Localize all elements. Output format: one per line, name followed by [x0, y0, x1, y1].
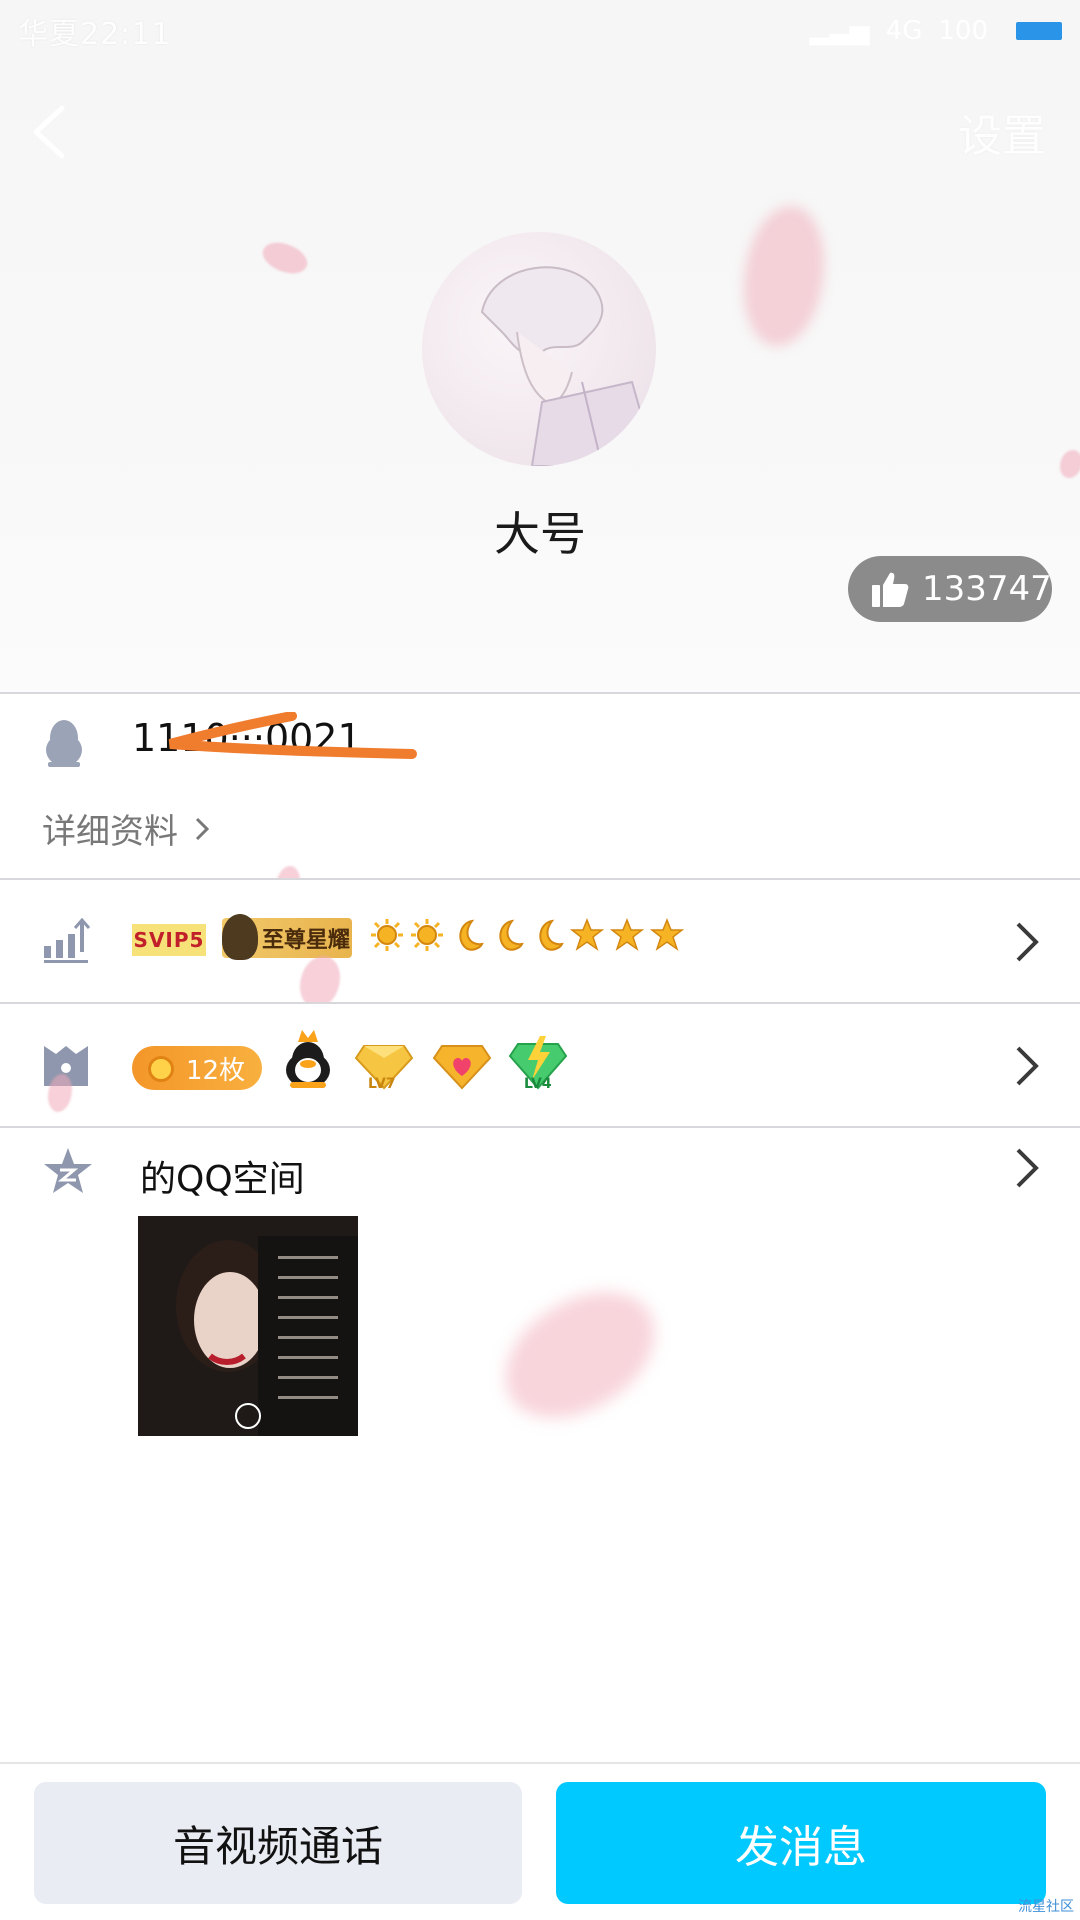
qzone-row[interactable]: 的QQ空间 [0, 1128, 1080, 1208]
bottom-action-bar: 音视频通话 发消息 流星社区 [0, 1762, 1080, 1920]
level-icons [370, 918, 684, 952]
petal-decoration [1060, 450, 1080, 478]
av-call-button[interactable]: 音视频通话 [34, 1782, 522, 1904]
detail-link[interactable]: 详细资料 [42, 804, 212, 853]
detail-label: 详细资料 [42, 812, 178, 852]
crown-icon [222, 914, 258, 960]
nav-bar: 设置 [0, 92, 1080, 172]
status-time: 华夏22:11 [18, 17, 172, 52]
back-button[interactable] [26, 100, 72, 164]
gold-level-label: LV7 [368, 1076, 396, 1092]
green-level-label: LV4 [524, 1076, 552, 1092]
like-count: 133747 [922, 569, 1052, 609]
coin-icon [148, 1056, 174, 1082]
settings-button[interactable]: 设置 [958, 100, 1046, 164]
profile-page: 华夏22:11 ▂▃▅ 4G 100 设置 大号 133747 1110···0… [0, 0, 1080, 1920]
petal-decoration [486, 1275, 674, 1435]
star-icon [570, 918, 604, 951]
profile-header: 华夏22:11 ▂▃▅ 4G 100 设置 大号 133747 [0, 0, 1080, 692]
sun-icon [371, 919, 403, 951]
chevron-left-icon [33, 105, 65, 159]
penguin-icon [46, 720, 82, 767]
scribble-mark [168, 712, 417, 759]
send-message-button[interactable]: 发消息 [556, 1782, 1046, 1904]
battery-percent: 100 [938, 16, 988, 46]
chevron-right-icon [195, 817, 210, 840]
chevron-right-icon [1016, 1046, 1039, 1086]
petal-decoration [300, 956, 340, 1008]
sun-icon [411, 919, 443, 951]
qzone-photo[interactable] [138, 1216, 358, 1436]
chevron-right-icon [1016, 922, 1039, 962]
moon-icon [539, 919, 564, 951]
svip-badge: SVIP5 [132, 924, 206, 956]
avatar-illustration [480, 266, 656, 466]
nickname: 大号 [494, 507, 586, 561]
petal-decoration [48, 1074, 72, 1112]
petal-decoration [744, 206, 824, 346]
thumbs-up-icon [872, 572, 909, 607]
petal-decoration [258, 234, 312, 282]
qzone-photo-image [138, 1216, 358, 1436]
level-up-icon [44, 918, 90, 963]
qzone-title: 的QQ空间 [140, 1159, 305, 1200]
watermark: 流星社区 [1018, 1899, 1074, 1915]
star-icon [610, 918, 644, 951]
network-label: 4G [885, 16, 923, 46]
qq-number-row: 1110···0021 详细资料 [0, 694, 1080, 902]
heart-diamond-icon [432, 1045, 492, 1090]
signal-icon: ▂▃▅ [809, 16, 870, 46]
vip-row[interactable]: SVIP5 至尊星耀 [0, 880, 1080, 1008]
moon-icon [499, 919, 524, 951]
qzone-star-icon [44, 1148, 92, 1193]
avatar[interactable] [422, 232, 656, 466]
status-bar: 华夏22:11 ▂▃▅ 4G 100 [0, 0, 1080, 62]
star-icon [650, 918, 684, 951]
penguin-badge-icon [286, 1030, 330, 1088]
moon-icon [459, 919, 484, 951]
battery-icon [1016, 22, 1062, 40]
badges-row[interactable]: 12枚 LV7 LV4 [0, 1004, 1080, 1126]
like-button[interactable]: 133747 [848, 556, 1052, 622]
status-indicators: ▂▃▅ 4G 100 [810, 16, 1062, 46]
chevron-right-icon [1016, 1148, 1039, 1188]
